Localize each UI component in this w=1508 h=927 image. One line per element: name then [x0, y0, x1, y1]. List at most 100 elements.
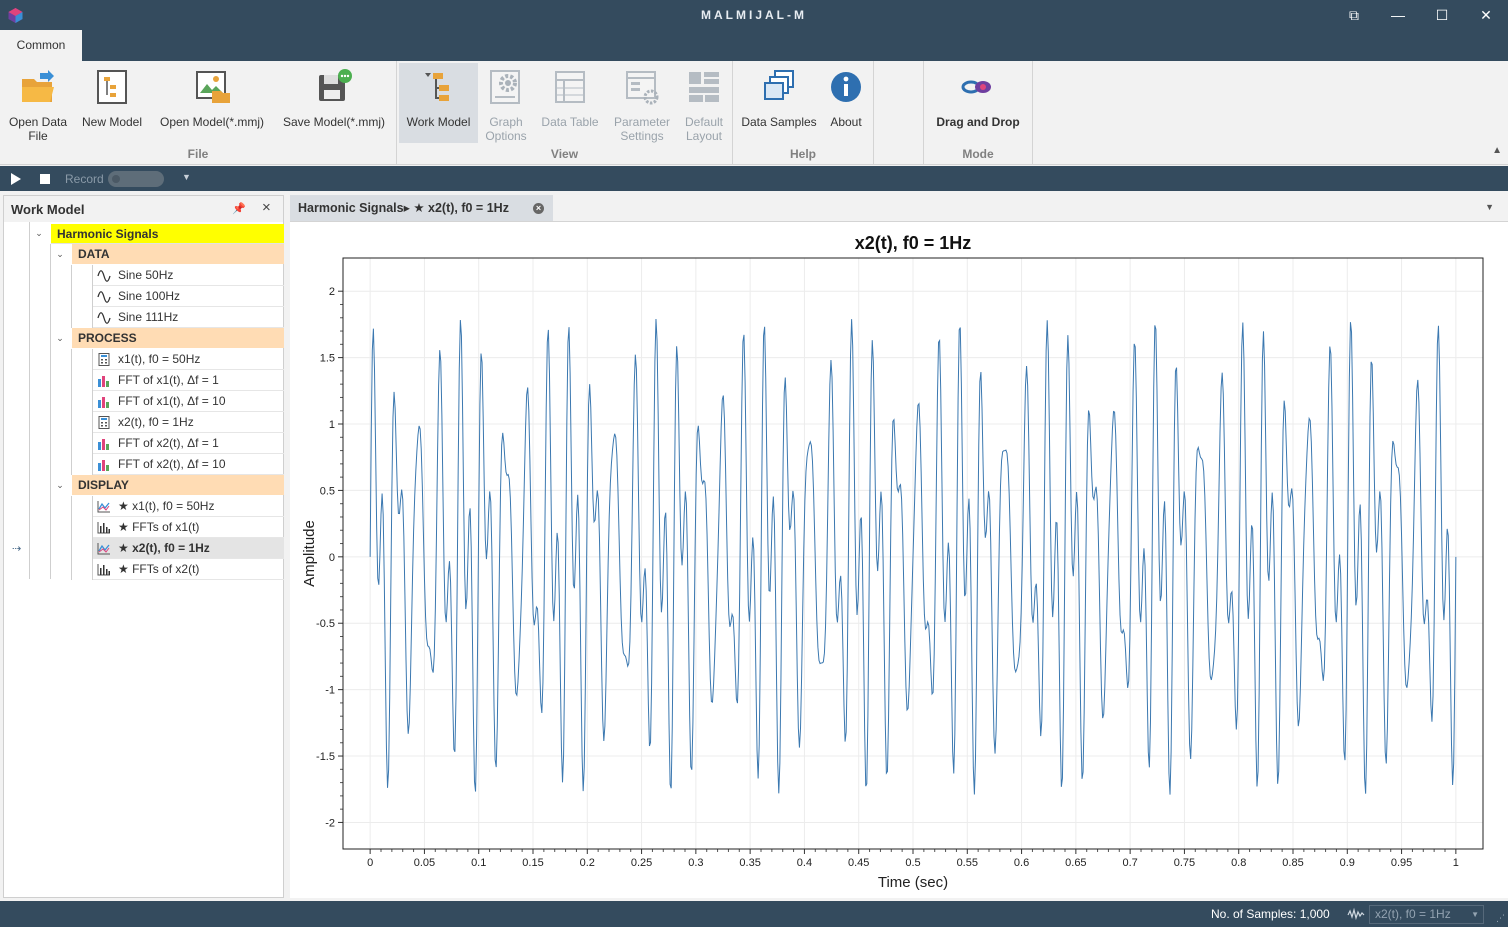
work-model-icon — [424, 73, 449, 101]
tree-item-label: ★ x1(t), f0 = 50Hz — [118, 499, 215, 513]
x-tick-label: 0.05 — [414, 857, 435, 869]
chevron-down-icon[interactable]: ▼ — [182, 172, 191, 182]
tab-label: Harmonic Signals▸ ★ x2(t), f0 = 1Hz — [298, 201, 509, 215]
collapse-data-toggle[interactable]: ⌄ — [54, 244, 66, 265]
y-tick-label: -1 — [325, 685, 335, 697]
parameter-settings-label: Parameter Settings — [613, 115, 671, 143]
maximize-button[interactable]: ☐ — [1420, 0, 1464, 30]
tree-item-x2-process[interactable]: x2(t), f0 = 1Hz — [93, 412, 284, 433]
tree-item-label: ★ FFTs of x2(t) — [118, 562, 200, 576]
collapse-process-toggle[interactable]: ⌄ — [54, 328, 66, 349]
x-tick-label: 0.2 — [580, 857, 595, 869]
restore-layout-button[interactable]: ⧉ — [1332, 0, 1376, 30]
tree-item-label: FFT of x1(t), Δf = 1 — [118, 373, 219, 387]
line-chart-icon — [97, 543, 110, 555]
open-model-label: Open Model(*.mmj) — [159, 115, 265, 129]
tree-item-label: ★ FFTs of x1(t) — [118, 520, 200, 534]
chart-title: x2(t), f0 = 1Hz — [855, 233, 972, 253]
tree-category-display[interactable]: DISPLAY — [72, 475, 284, 495]
chevron-down-icon: ▼ — [1471, 910, 1479, 919]
resize-grip-icon[interactable]: ⋰ — [1496, 913, 1505, 924]
tree-item-label: FFT of x1(t), Δf = 10 — [118, 394, 226, 408]
tree-category-data[interactable]: DATA — [72, 244, 284, 264]
pin-icon[interactable]: 📌 — [232, 202, 246, 215]
y-tick-label: -2 — [325, 817, 335, 829]
new-model-button[interactable]: New Model — [78, 63, 146, 143]
x-tick-label: 0.65 — [1065, 857, 1086, 869]
tree-guide — [50, 244, 51, 579]
graph-options-button[interactable]: Graph Options — [480, 63, 532, 143]
graph-options-label: Graph Options — [485, 115, 527, 143]
save-model-button[interactable]: Save Model(*.mmj) — [278, 63, 390, 143]
tree-item-label: Sine 100Hz — [118, 289, 181, 303]
close-icon[interactable]: × — [262, 199, 271, 216]
x2-time-chart[interactable]: 0 0.05 0.1 0.15 0.2 0.25 0.3 0.35 0.4 0.45 0.5 0.55… — [290, 222, 1508, 899]
tab-list-chevron-icon[interactable]: ▼ — [1485, 202, 1494, 212]
tree-item-fft-x1-1[interactable]: FFT of x1(t), Δf = 1 — [93, 370, 284, 391]
y-tick-label: -1.5 — [316, 751, 335, 763]
play-icon[interactable] — [11, 173, 21, 185]
parameter-settings-button[interactable]: Parameter Settings — [608, 63, 676, 143]
group-label-file: File — [187, 147, 209, 161]
close-window-button[interactable]: ✕ — [1464, 0, 1508, 30]
tree-item-display-ffts-x2[interactable]: ★ FFTs of x2(t) — [93, 559, 284, 580]
tree-root-harmonic-signals[interactable]: Harmonic Signals — [51, 224, 284, 244]
open-model-icon — [196, 71, 230, 103]
tree-item-sine-50hz[interactable]: Sine 50Hz — [93, 265, 284, 286]
status-bar: No. of Samples: 1,000 x2(t), f0 = 1Hz ▼ … — [0, 901, 1508, 927]
tree-item-fft-x1-10[interactable]: FFT of x1(t), Δf = 10 — [93, 391, 284, 412]
tree-item-fft-x2-1[interactable]: FFT of x2(t), Δf = 1 — [93, 433, 284, 454]
x-tick-label: 0.95 — [1391, 857, 1412, 869]
record-toggle[interactable] — [108, 171, 164, 187]
stop-icon[interactable] — [40, 174, 50, 184]
data-table-button[interactable]: Data Table — [538, 63, 602, 143]
calculator-icon — [98, 416, 110, 429]
about-label: About — [830, 115, 862, 129]
x-tick-label: 0.85 — [1282, 857, 1303, 869]
ribbon-tab-row: Common — [0, 30, 1508, 61]
work-model-button[interactable]: Work Model — [399, 63, 478, 143]
save-disk-icon — [319, 69, 352, 101]
info-icon — [831, 72, 861, 102]
tree-item-sine-100hz[interactable]: Sine 100Hz — [93, 286, 284, 307]
sine-wave-icon — [97, 270, 111, 282]
group-label-help: Help — [789, 147, 816, 161]
tree-item-display-x2[interactable]: ★ x2(t), f0 = 1Hz — [93, 538, 284, 559]
tab-x2-display[interactable]: Harmonic Signals▸ ★ x2(t), f0 = 1Hz × — [290, 195, 553, 221]
tree-item-display-x1[interactable]: ★ x1(t), f0 = 50Hz — [93, 496, 284, 517]
sine-wave-icon — [97, 312, 111, 324]
histogram-icon — [97, 564, 110, 576]
about-button[interactable]: About — [824, 63, 868, 143]
new-model-icon — [97, 70, 127, 104]
default-layout-button[interactable]: Default Layout — [680, 63, 728, 143]
tree-item-display-ffts-x1[interactable]: ★ FFTs of x1(t) — [93, 517, 284, 538]
new-model-label: New Model — [81, 115, 143, 129]
collapse-ribbon-icon[interactable]: ▲ — [1492, 145, 1502, 156]
open-data-file-button[interactable]: Open Data File — [4, 63, 72, 143]
y-axis-label: Amplitude — [301, 520, 318, 587]
table-icon — [555, 71, 585, 103]
drag-and-drop-button[interactable]: Drag and Drop — [928, 63, 1028, 143]
toggle-knob — [112, 175, 120, 183]
collapse-display-toggle[interactable]: ⌄ — [54, 475, 66, 496]
signal-selector[interactable]: x2(t), f0 = 1Hz ▼ — [1369, 905, 1484, 924]
x-tick-label: 0.7 — [1122, 857, 1137, 869]
panel-title: Work Model — [11, 202, 85, 217]
close-tab-icon[interactable]: × — [533, 203, 544, 214]
tree-category-process[interactable]: PROCESS — [72, 328, 284, 348]
tree-guide — [71, 265, 72, 328]
data-samples-button[interactable]: Data Samples — [738, 63, 820, 143]
panel-header: Work Model 📌 × — [4, 196, 283, 222]
open-model-button[interactable]: Open Model(*.mmj) — [153, 63, 271, 143]
tab-common[interactable]: Common — [0, 30, 82, 61]
tree-item-sine-111hz[interactable]: Sine 111Hz — [93, 307, 284, 328]
minimize-button[interactable]: — — [1376, 0, 1420, 30]
work-model-label: Work Model — [406, 115, 471, 129]
default-layout-label: Default Layout — [684, 115, 724, 143]
group-separator — [873, 61, 874, 165]
x-tick-label: 0.9 — [1340, 857, 1355, 869]
tree-item-fft-x2-10[interactable]: FFT of x2(t), Δf = 10 — [93, 454, 284, 475]
collapse-root-toggle[interactable]: ⌄ — [33, 223, 45, 244]
line-chart-icon — [97, 501, 110, 513]
tree-item-x1-process[interactable]: x1(t), f0 = 50Hz — [93, 349, 284, 370]
